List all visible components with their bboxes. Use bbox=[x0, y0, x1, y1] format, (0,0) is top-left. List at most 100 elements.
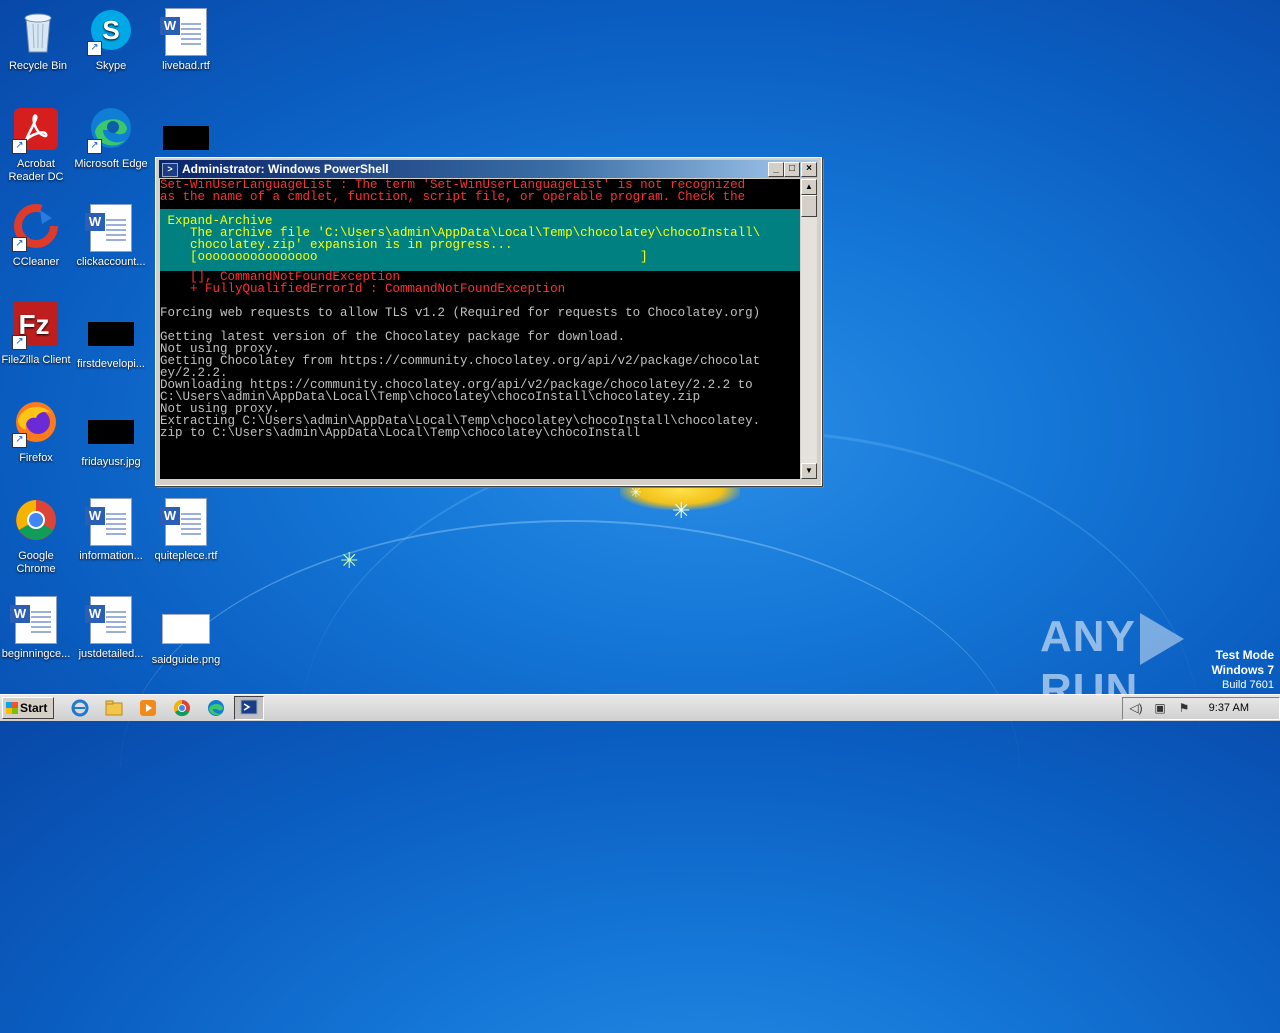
edge-icon[interactable] bbox=[206, 698, 226, 718]
chrome-icon[interactable] bbox=[172, 698, 192, 718]
progress-bar: [oooooooooooooooo ] bbox=[160, 250, 648, 264]
taskbar-powershell-button[interactable] bbox=[234, 696, 264, 720]
acrobat-icon: ↗ bbox=[12, 106, 60, 154]
wallpaper-sparkle: ✳ bbox=[672, 498, 691, 523]
build-label: Build 7601 bbox=[1222, 679, 1274, 691]
shortcut-arrow-icon: ↗ bbox=[87, 139, 102, 154]
window-titlebar[interactable]: > Administrator: Windows PowerShell _ □ × bbox=[159, 160, 818, 178]
word-document-icon: W bbox=[85, 498, 135, 546]
wallpaper-swoosh bbox=[300, 430, 1200, 1033]
desktop-icon-label: Acrobat Reader DC bbox=[8, 158, 64, 183]
redacted-thumbnail bbox=[163, 126, 209, 150]
test-mode-label: Test Mode bbox=[1215, 648, 1274, 662]
word-document-icon: W bbox=[85, 204, 135, 252]
desktop-icon-label: clickaccount... bbox=[76, 256, 146, 268]
redacted-thumbnail bbox=[88, 420, 134, 444]
desktop-icon-label: FileZilla Client bbox=[1, 354, 71, 366]
ccleaner-icon: ↗ bbox=[12, 204, 60, 252]
progress-panel: Expand-Archive The archive file 'C:\User… bbox=[160, 209, 800, 271]
desktop-icon-skype[interactable]: S ↗ Skype bbox=[73, 8, 149, 73]
maximize-button[interactable]: □ bbox=[784, 162, 800, 177]
powershell-icon: > bbox=[162, 163, 178, 177]
os-name-label: Windows 7 bbox=[1211, 663, 1274, 677]
word-document-icon: W bbox=[160, 8, 210, 56]
firefox-icon: ↗ bbox=[12, 400, 60, 448]
test-mode-notice: Test Mode Windows 7 Build 7601 bbox=[1211, 648, 1274, 692]
start-button[interactable]: Start bbox=[2, 697, 54, 719]
scroll-up-button[interactable]: ▲ bbox=[801, 179, 817, 195]
console-line: zip to C:\Users\admin\AppData\Local\Temp… bbox=[160, 426, 641, 440]
desktop-icon-recycle-bin[interactable]: Recycle Bin bbox=[0, 8, 76, 73]
desktop-icon-saidguide[interactable]: saidguide.png bbox=[148, 604, 224, 667]
volume-icon[interactable]: ◁) bbox=[1129, 701, 1143, 715]
desktop-icon-acrobat[interactable]: ↗ Acrobat Reader DC bbox=[0, 106, 74, 184]
console-line: Getting Chocolatey from https://communit… bbox=[160, 354, 761, 368]
svg-text:S: S bbox=[102, 15, 119, 45]
desktop-icon-beginningce[interactable]: W beginningce... bbox=[0, 596, 74, 661]
close-button[interactable]: × bbox=[801, 162, 817, 177]
shortcut-arrow-icon: ↗ bbox=[12, 335, 27, 350]
action-center-flag-icon[interactable]: ⚑ bbox=[1177, 701, 1191, 715]
powershell-window[interactable]: > Administrator: Windows PowerShell _ □ ×… bbox=[155, 157, 822, 486]
desktop-icon-clickaccount[interactable]: W clickaccount... bbox=[73, 204, 149, 269]
desktop-icon-label: Google Chrome bbox=[16, 550, 56, 575]
word-document-icon: W bbox=[85, 596, 135, 644]
desktop-icon-fridayusr[interactable]: fridayusr.jpg bbox=[73, 408, 149, 469]
desktop-icon-firstdevelopi[interactable]: firstdevelopi... bbox=[73, 310, 149, 371]
desktop-icon-label: beginningce... bbox=[1, 648, 71, 660]
console-output[interactable]: Set-WinUserLanguageList : The term 'Set-… bbox=[160, 179, 800, 479]
filezilla-icon: Fz ↗ bbox=[12, 302, 60, 350]
desktop-icon-label: CCleaner bbox=[12, 256, 60, 268]
desktop-icon-label: quiteplece.rtf bbox=[154, 550, 218, 562]
network-icon[interactable]: ▣ bbox=[1153, 701, 1167, 715]
ie-icon[interactable] bbox=[70, 698, 90, 718]
console-error-line: as the name of a cmdlet, function, scrip… bbox=[160, 190, 746, 204]
desktop-icon-label: Skype bbox=[95, 60, 127, 72]
media-player-icon[interactable] bbox=[138, 698, 158, 718]
desktop-icon-quiteplece[interactable]: W quiteplece.rtf bbox=[148, 498, 224, 563]
desktop-icon-redacted[interactable] bbox=[148, 114, 224, 162]
minimize-button[interactable]: _ bbox=[768, 162, 784, 177]
skype-icon: S ↗ bbox=[87, 8, 135, 56]
desktop-icon-label: Firefox bbox=[19, 452, 53, 464]
scroll-down-button[interactable]: ▼ bbox=[801, 463, 817, 479]
redacted-thumbnail bbox=[88, 322, 134, 346]
shortcut-arrow-icon: ↗ bbox=[12, 237, 27, 252]
start-label: Start bbox=[20, 701, 48, 715]
desktop-icon-label: fridayusr.jpg bbox=[81, 456, 141, 468]
console-error-line: + FullyQualifiedErrorId : CommandNotFoun… bbox=[160, 282, 566, 296]
wallpaper-sparkle: ✳ bbox=[630, 484, 642, 500]
desktop-icon-justdetailed[interactable]: W justdetailed... bbox=[73, 596, 149, 661]
image-thumbnail bbox=[162, 614, 210, 644]
desktop-icon-label: justdetailed... bbox=[78, 648, 144, 660]
desktop-icon-label: firstdevelopi... bbox=[77, 358, 145, 370]
wallpaper-swoosh bbox=[120, 520, 1020, 1022]
console-line: Forcing web requests to allow TLS v1.2 (… bbox=[160, 306, 761, 320]
wallpaper-sparkle: ✳ bbox=[340, 548, 359, 573]
desktop-icon-label: Recycle Bin bbox=[8, 60, 68, 72]
desktop-icon-label: saidguide.png bbox=[151, 654, 221, 666]
window-title: Administrator: Windows PowerShell bbox=[182, 162, 389, 176]
desktop-icon-livebad[interactable]: W livebad.rtf bbox=[148, 8, 224, 73]
vertical-scrollbar[interactable]: ▲ ▼ bbox=[801, 179, 817, 479]
word-document-icon: W bbox=[10, 596, 60, 644]
clock[interactable]: 9:37 AM bbox=[1209, 702, 1249, 714]
play-icon bbox=[1139, 613, 1184, 666]
desktop-icon-label: information... bbox=[79, 550, 143, 562]
explorer-icon[interactable] bbox=[104, 698, 124, 718]
chrome-icon bbox=[12, 498, 60, 546]
edge-icon: ↗ bbox=[87, 106, 135, 154]
windows-logo-icon bbox=[6, 702, 18, 714]
desktop-icon-edge[interactable]: ↗ Microsoft Edge bbox=[73, 106, 149, 171]
desktop-icon-chrome[interactable]: Google Chrome bbox=[0, 498, 74, 576]
desktop-icon-filezilla[interactable]: Fz ↗ FileZilla Client bbox=[0, 302, 74, 367]
desktop-icon-ccleaner[interactable]: ↗ CCleaner bbox=[0, 204, 74, 269]
shortcut-arrow-icon: ↗ bbox=[12, 433, 27, 448]
scrollbar-thumb[interactable] bbox=[801, 195, 817, 217]
taskbar: Start ◁) ▣ ⚑ 9:37 AM bbox=[0, 694, 1280, 721]
desktop-icon-information[interactable]: W information... bbox=[73, 498, 149, 563]
shortcut-arrow-icon: ↗ bbox=[87, 41, 102, 56]
desktop-icon-firefox[interactable]: ↗ Firefox bbox=[0, 400, 74, 465]
watermark-text: ANY bbox=[1040, 612, 1136, 661]
word-document-icon: W bbox=[160, 498, 210, 546]
